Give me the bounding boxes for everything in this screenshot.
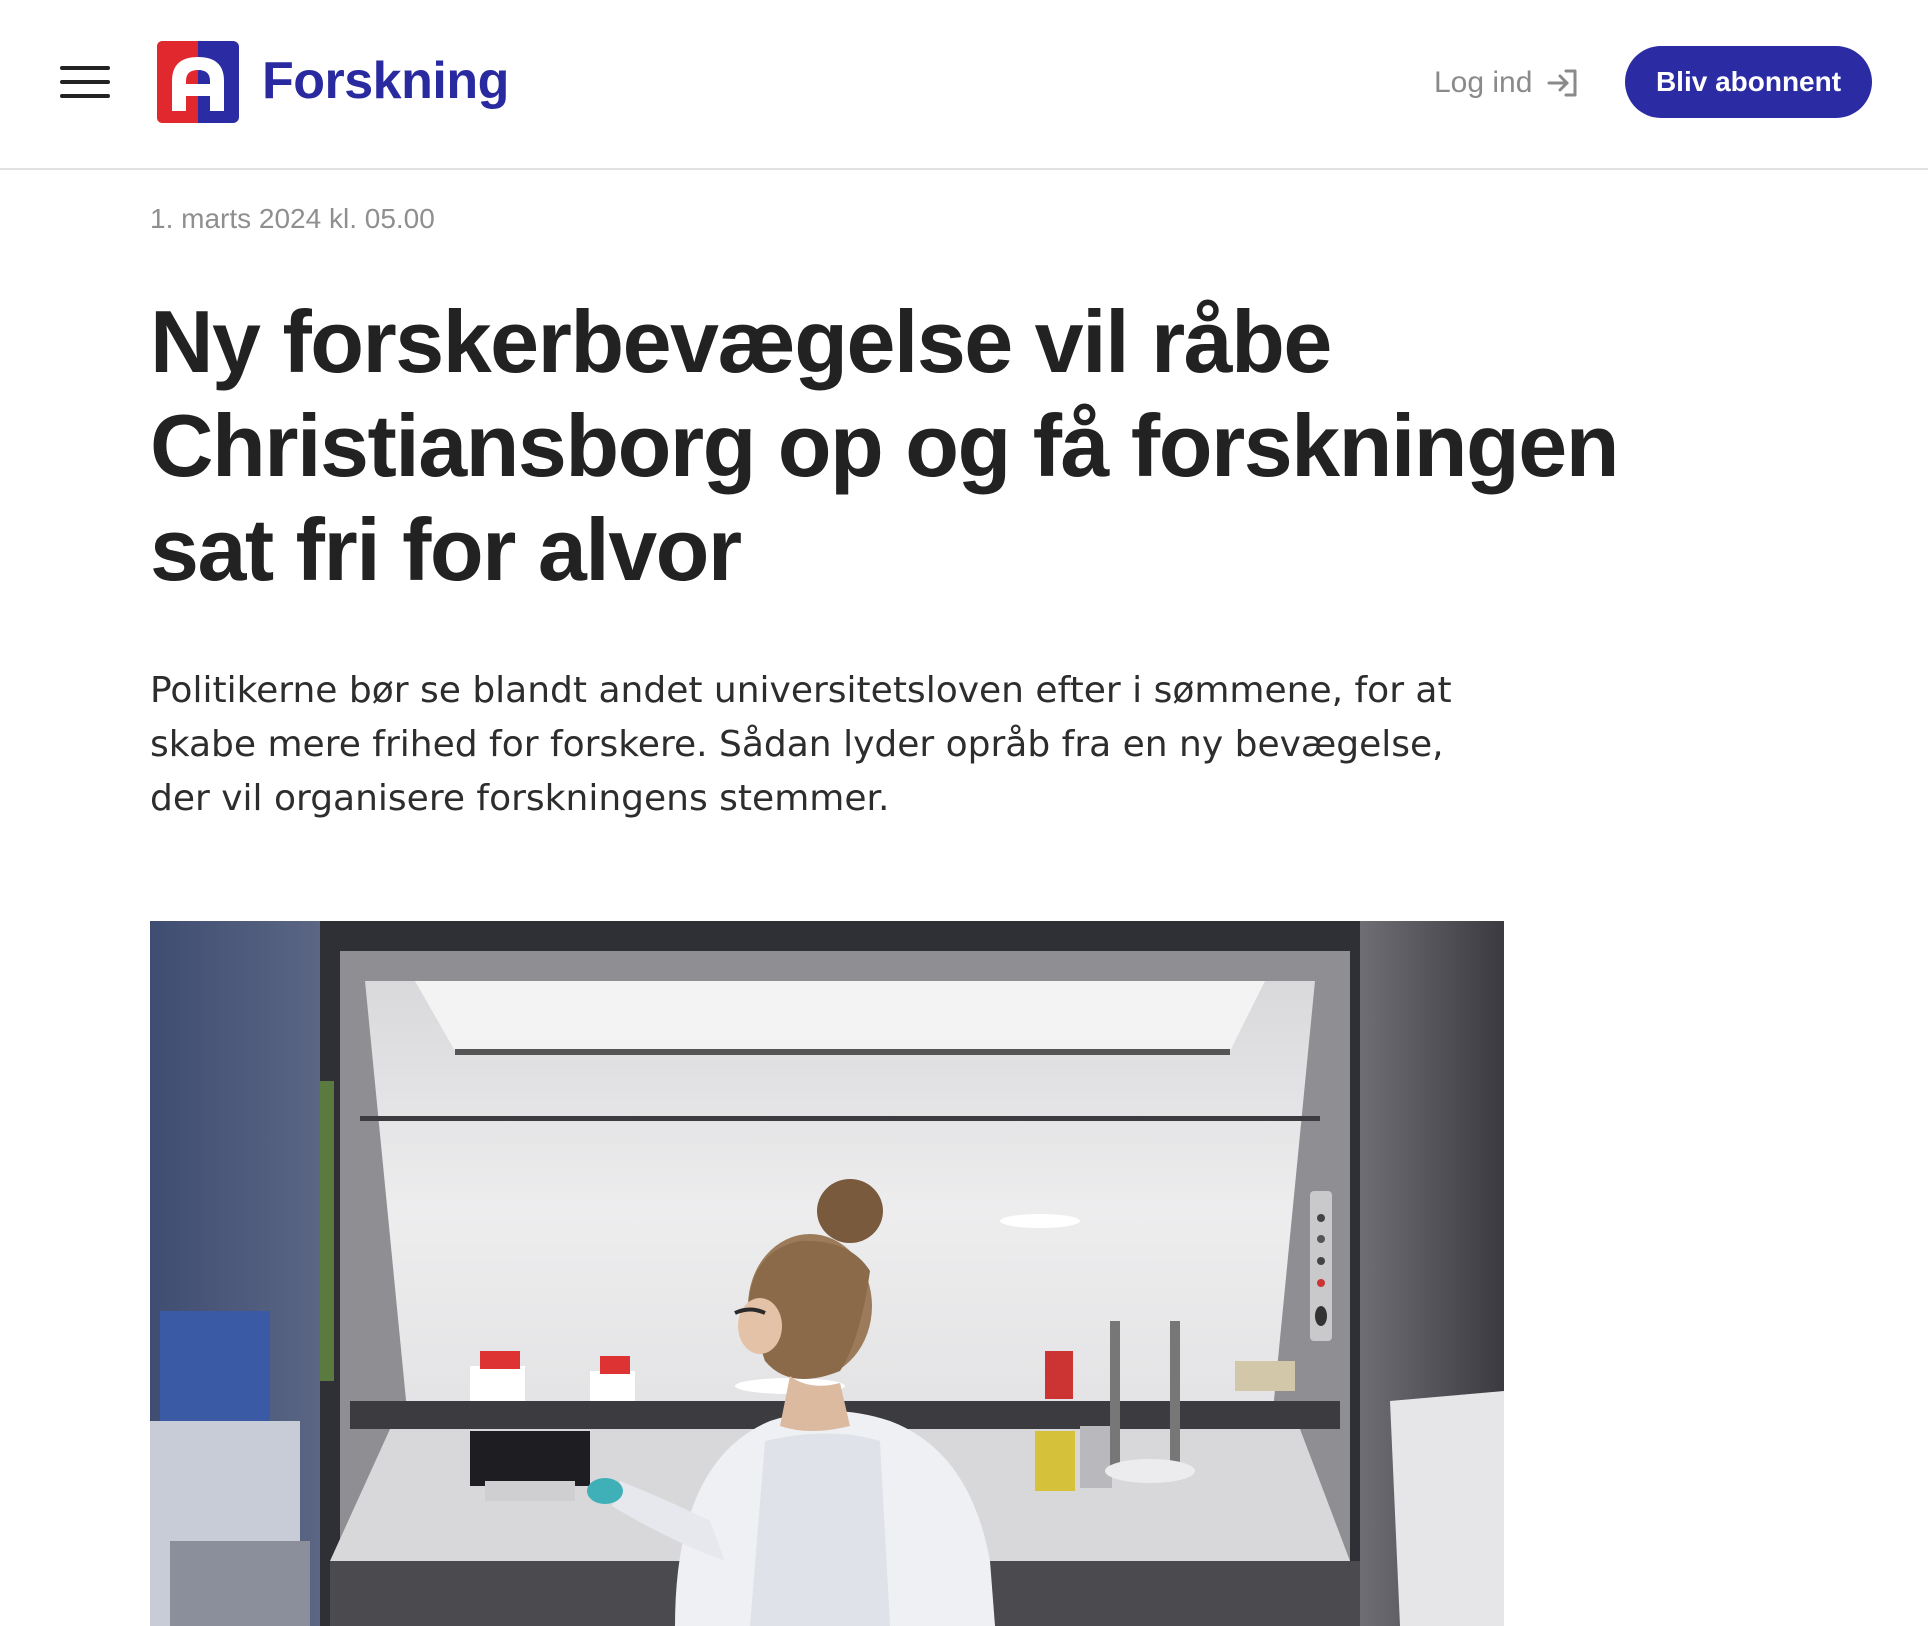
- article-lede: Politikerne bør se blandt andet universi…: [150, 670, 1452, 819]
- sign-in-icon: [1546, 67, 1580, 99]
- login-link[interactable]: Log ind: [1434, 58, 1580, 108]
- a-logo-icon[interactable]: [157, 41, 239, 123]
- top-navigation-bar: Forskning Log ind Bliv abonnent: [0, 0, 1928, 170]
- article-photo: [150, 921, 1504, 1626]
- subscribe-button[interactable]: Bliv abonnent: [1625, 46, 1872, 118]
- article-headline: Ny forskerbevægelse vil råbe Christiansb…: [150, 292, 1620, 599]
- site-brand-name[interactable]: Forskning: [262, 48, 509, 114]
- hamburger-menu-icon[interactable]: [60, 64, 112, 102]
- article-dateline: 1. marts 2024 kl. 05.00: [150, 203, 435, 234]
- login-label: Log ind: [1434, 66, 1533, 99]
